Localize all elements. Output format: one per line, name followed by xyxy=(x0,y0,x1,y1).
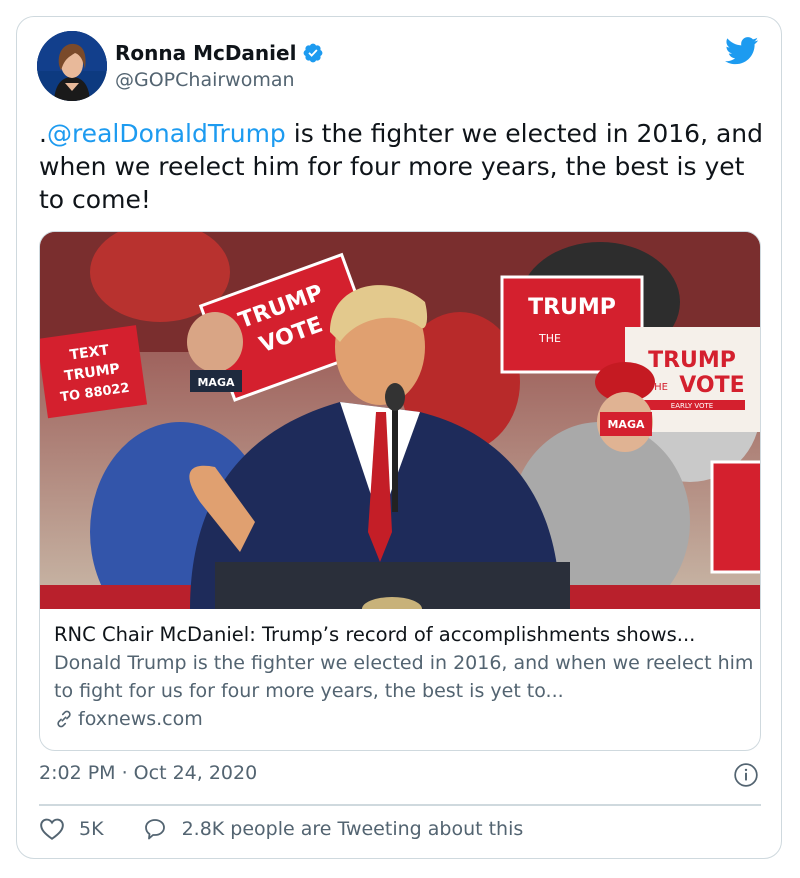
tweet-text: .@realDonaldTrump is the fighter we elec… xyxy=(39,117,769,216)
conversation-button[interactable]: 2.8K people are Tweeting about this xyxy=(142,817,524,841)
like-button[interactable]: 5K xyxy=(39,817,104,841)
link-domain[interactable]: foxnews.com xyxy=(78,705,203,733)
sign-text: THE xyxy=(538,332,561,345)
like-count: 5K xyxy=(79,818,104,840)
author-handle[interactable]: @GOPChairwoman xyxy=(115,69,295,91)
speech-bubble-icon xyxy=(144,819,165,840)
divider xyxy=(39,804,761,806)
hat-text: MAGA xyxy=(607,418,644,431)
conversation-text: 2.8K people are Tweeting about this xyxy=(181,818,524,840)
tweet-card: Ronna McDaniel @GOPChairwoman .@realDona… xyxy=(16,16,782,859)
author-name-row: Ronna McDaniel xyxy=(115,41,324,65)
link-description: Donald Trump is the fighter we elected i… xyxy=(54,652,754,702)
twitter-bird-icon[interactable] xyxy=(725,37,759,65)
verified-badge-icon xyxy=(304,43,323,63)
sign-text: EARLY VOTE xyxy=(671,402,713,410)
sign-text: TRUMP xyxy=(528,295,616,320)
info-icon[interactable] xyxy=(733,762,759,788)
link-domain-row: foxnews.com xyxy=(54,705,754,733)
sign-text: TRUMP xyxy=(648,348,736,373)
link-preview-card[interactable]: TEXT TRUMP TO 88022 TRUMP VOTE TRUMP THE… xyxy=(39,231,761,751)
link-preview-meta: RNC Chair McDaniel: Trump’s record of ac… xyxy=(54,621,754,733)
tweet-actions: 5K 2.8K people are Tweeting about this xyxy=(39,817,523,841)
link-title[interactable]: RNC Chair McDaniel: Trump’s record of ac… xyxy=(54,621,754,649)
avatar[interactable] xyxy=(37,31,107,101)
link-preview-image[interactable]: TEXT TRUMP TO 88022 TRUMP VOTE TRUMP THE… xyxy=(40,232,761,609)
link-icon xyxy=(57,710,71,728)
tweet-prefix: . xyxy=(39,119,47,148)
hat-text: MAGA xyxy=(197,376,234,389)
sign-text: VOTE xyxy=(679,373,744,398)
tweet-timestamp[interactable]: 2:02 PM · Oct 24, 2020 xyxy=(39,762,257,784)
heart-icon xyxy=(40,818,64,840)
author-name[interactable]: Ronna McDaniel xyxy=(115,41,296,65)
mention-link[interactable]: @realDonaldTrump xyxy=(47,119,286,148)
